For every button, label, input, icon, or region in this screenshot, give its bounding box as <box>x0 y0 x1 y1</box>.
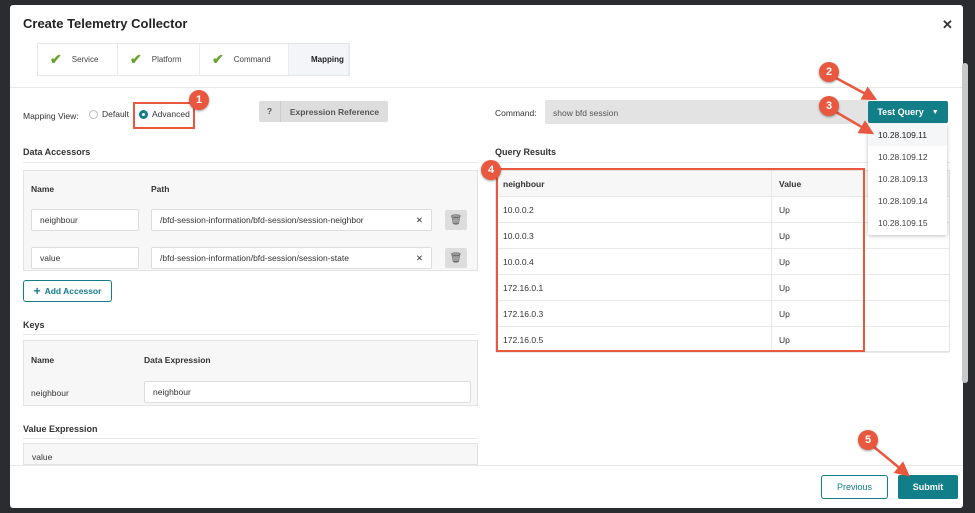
annotation-badge: 4 <box>481 160 501 180</box>
arrow <box>873 446 910 477</box>
annotation-badge: 3 <box>819 96 839 116</box>
annotation-badge: 1 <box>189 90 209 110</box>
annotation-badge: 5 <box>858 430 878 450</box>
annotation-badge: 2 <box>819 62 839 82</box>
arrow <box>835 76 878 101</box>
arrow <box>835 110 875 135</box>
